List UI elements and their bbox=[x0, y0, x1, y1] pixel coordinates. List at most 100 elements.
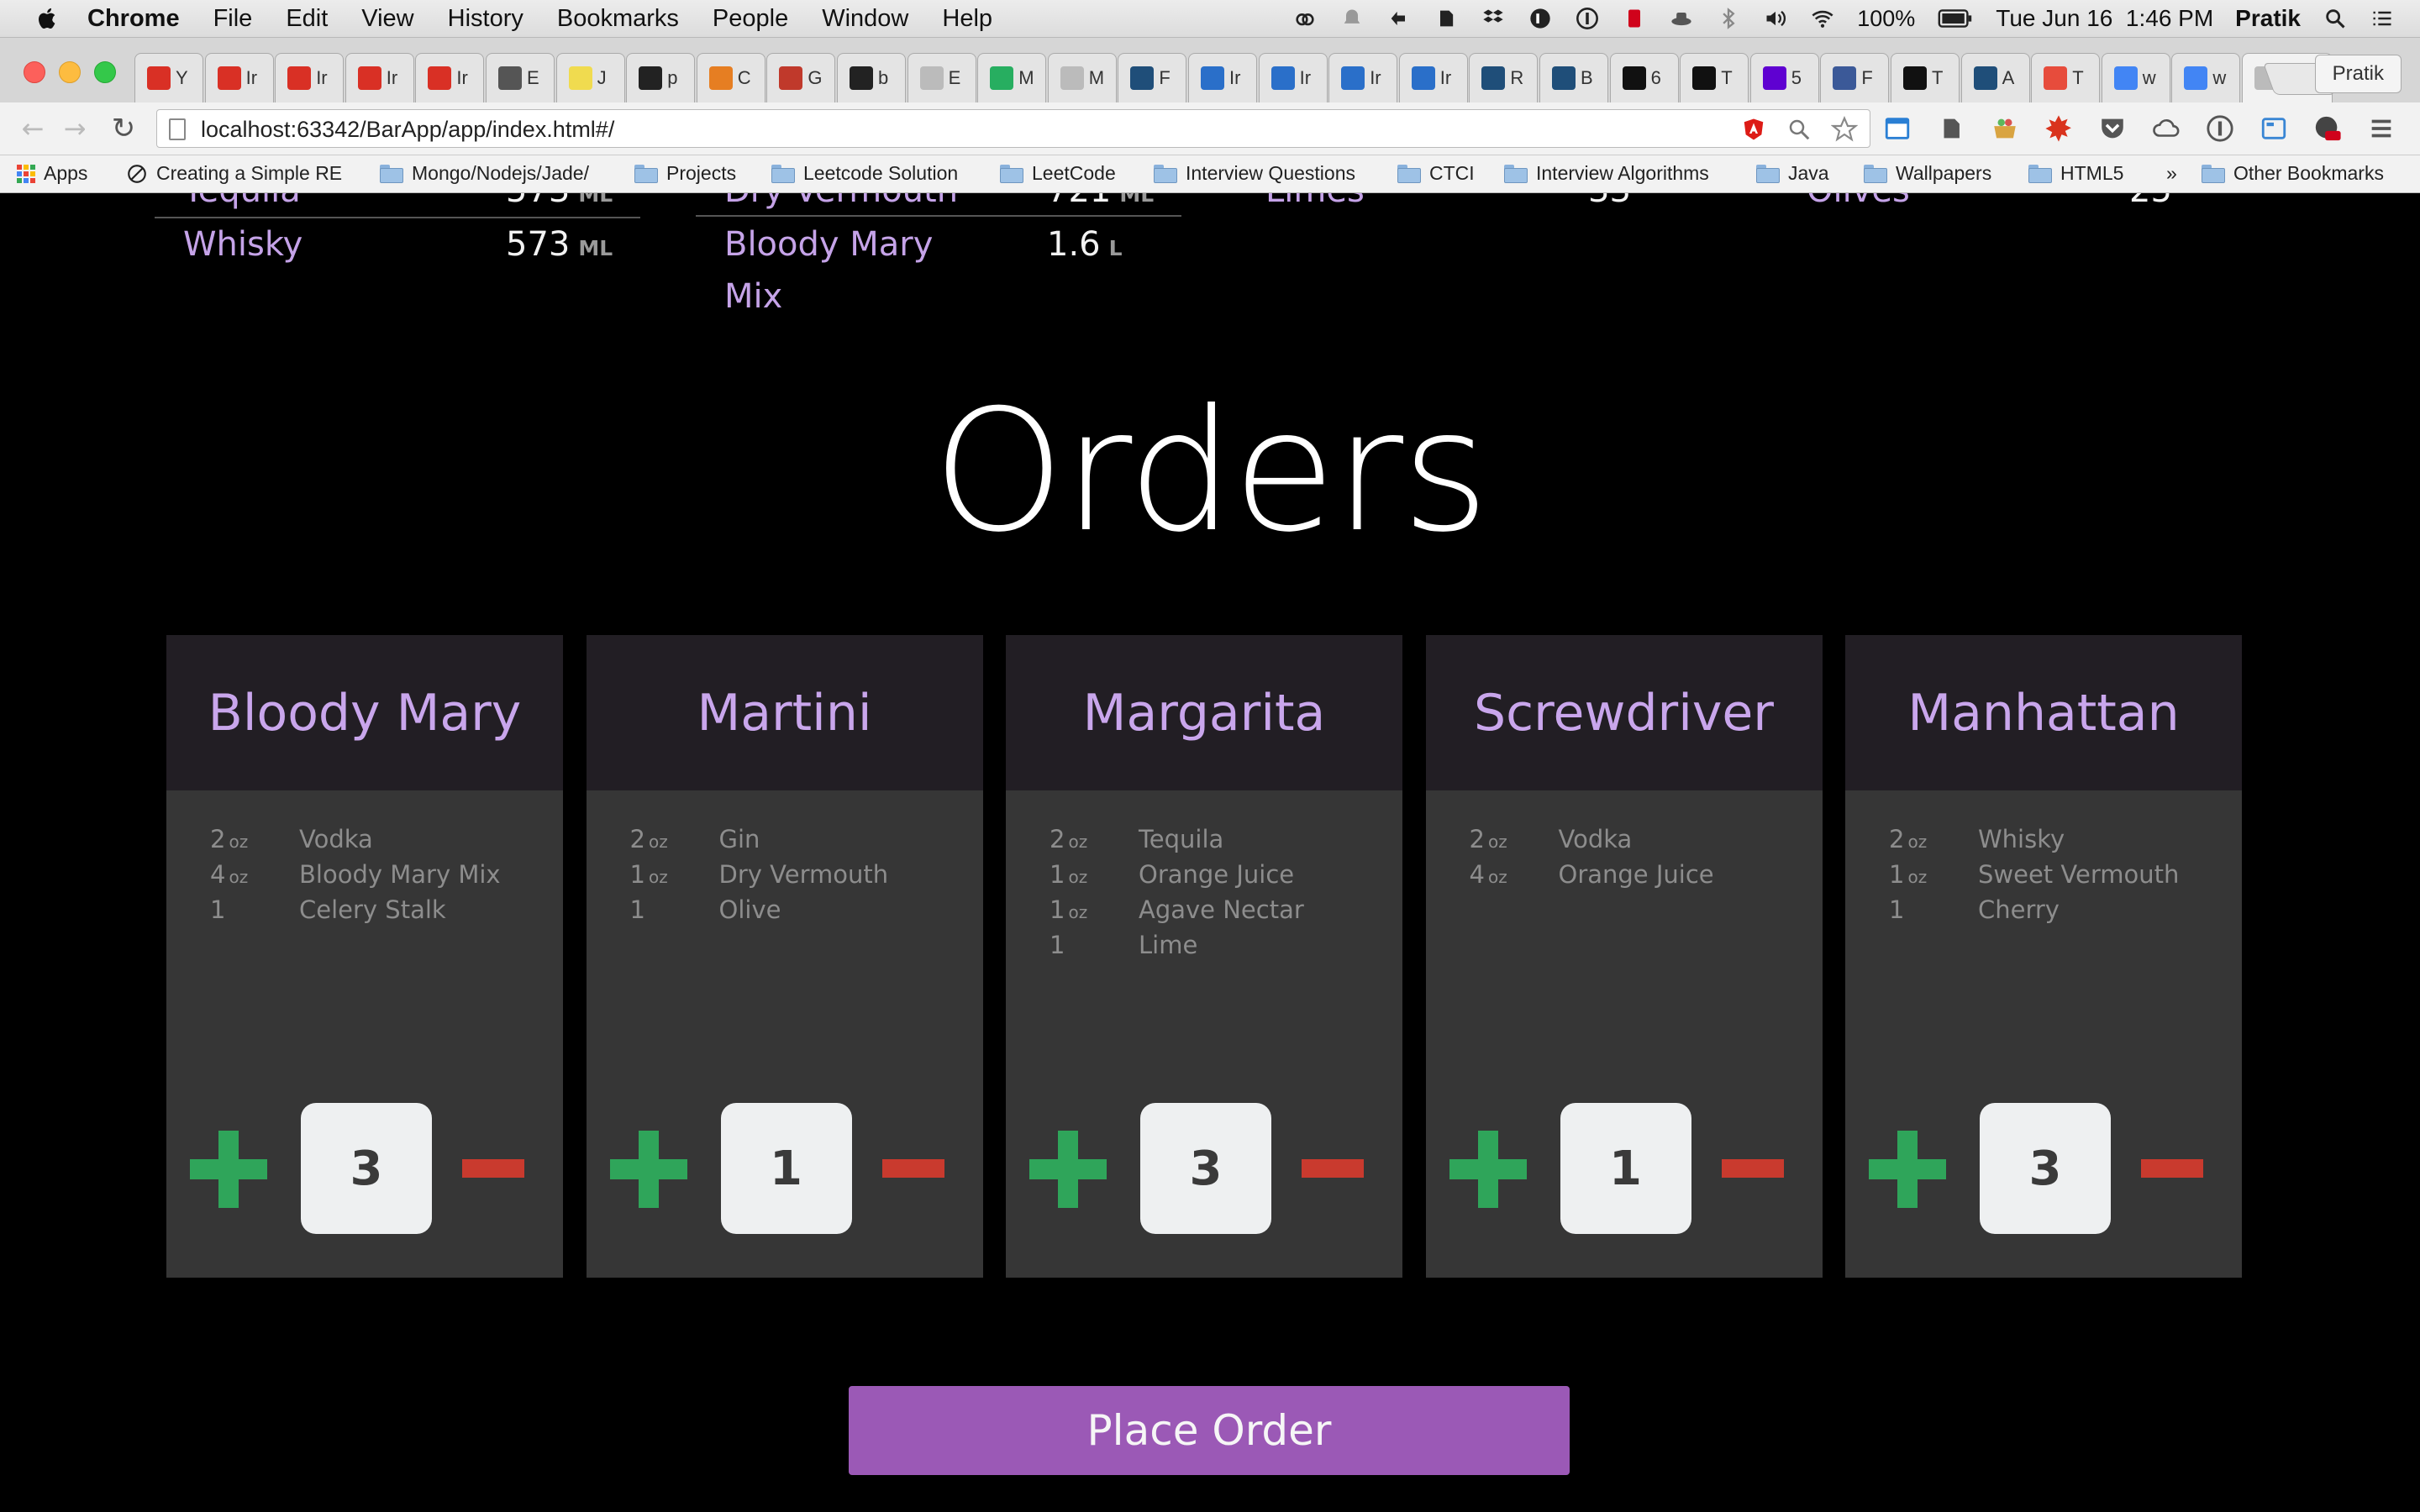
zoom-window-icon[interactable] bbox=[94, 61, 116, 83]
browser-tab[interactable]: 6 bbox=[1609, 53, 1679, 102]
reload-icon[interactable]: ↻ bbox=[109, 112, 138, 145]
increment-plus-icon[interactable] bbox=[1029, 1131, 1107, 1208]
increment-plus-icon[interactable] bbox=[1869, 1131, 1946, 1208]
menu-file[interactable]: File bbox=[213, 5, 253, 33]
user-name[interactable]: Pratik bbox=[2235, 5, 2301, 32]
menu-view[interactable]: View bbox=[361, 5, 413, 33]
clock[interactable]: Tue Jun 16 1:46 PM bbox=[1996, 5, 2213, 32]
menu-window[interactable]: Window bbox=[822, 5, 908, 33]
bookmark-folder-interview-algorithms[interactable]: Interview Algorithms bbox=[1504, 162, 1709, 185]
bookmarks-overflow-chevron[interactable]: » bbox=[2166, 162, 2177, 185]
menu-help[interactable]: Help bbox=[942, 5, 992, 33]
decrement-minus-icon[interactable] bbox=[2141, 1159, 2203, 1178]
red-burst-icon[interactable] bbox=[2044, 113, 2074, 144]
browser-tab[interactable]: Ir bbox=[415, 53, 485, 102]
sync-arrows-icon[interactable] bbox=[1386, 6, 1412, 31]
off-badge-icon[interactable] bbox=[2312, 113, 2343, 144]
creative-cloud-icon[interactable] bbox=[1292, 6, 1318, 31]
bookmark-folder-other[interactable]: Other Bookmarks bbox=[2202, 162, 2384, 185]
browser-tab[interactable]: M bbox=[977, 53, 1047, 102]
apple-logo-icon[interactable] bbox=[34, 4, 62, 33]
onepassword-icon[interactable] bbox=[1575, 6, 1600, 31]
angular-batarang-icon[interactable] bbox=[1740, 116, 1767, 143]
bookmark-folder-mongo[interactable]: Mongo/Nodejs/Jade/ bbox=[380, 162, 589, 185]
chrome-menu-icon[interactable] bbox=[2366, 113, 2396, 144]
bookmark-folder-interview-questions[interactable]: Interview Questions bbox=[1154, 162, 1355, 185]
browser-tab[interactable]: Ir bbox=[204, 53, 274, 102]
browser-tab[interactable]: T bbox=[1891, 53, 1960, 102]
forward-arrow-icon[interactable]: → bbox=[60, 113, 89, 144]
bookmark-folder-java[interactable]: Java bbox=[1756, 162, 1829, 185]
menu-people[interactable]: People bbox=[713, 5, 788, 33]
browser-tab[interactable]: T bbox=[1680, 53, 1749, 102]
hat-icon[interactable] bbox=[1669, 6, 1694, 31]
browser-tab[interactable]: M bbox=[1047, 53, 1117, 102]
minimize-window-icon[interactable] bbox=[59, 61, 81, 83]
bookmark-folder-leetcode-solution[interactable]: Leetcode Solution bbox=[771, 162, 958, 185]
back-arrow-icon[interactable]: ← bbox=[18, 113, 47, 144]
browser-tab[interactable]: b bbox=[837, 53, 906, 102]
address-url[interactable]: localhost:63342/BarApp/app/index.html#/ bbox=[201, 117, 614, 143]
browser-tab[interactable]: Ir bbox=[345, 53, 414, 102]
bookmark-apps[interactable]: Apps bbox=[17, 162, 87, 185]
browser-tab[interactable]: Ir bbox=[275, 53, 345, 102]
decrement-minus-icon[interactable] bbox=[1302, 1159, 1364, 1178]
menu-bookmarks[interactable]: Bookmarks bbox=[557, 5, 679, 33]
browser-tab[interactable]: G bbox=[766, 53, 836, 102]
bookmark-folder-wallpapers[interactable]: Wallpapers bbox=[1864, 162, 1991, 185]
info-circle-icon[interactable] bbox=[2205, 113, 2235, 144]
browser-tab[interactable]: B bbox=[1539, 53, 1608, 102]
profile-button[interactable]: Pratik bbox=[2314, 55, 2402, 93]
pocket-icon[interactable] bbox=[2097, 113, 2128, 144]
browser-tab[interactable]: F bbox=[1118, 53, 1187, 102]
evernote-icon[interactable] bbox=[1434, 6, 1459, 31]
wifi-icon[interactable] bbox=[1810, 6, 1835, 31]
browser-tab[interactable]: E bbox=[486, 53, 555, 102]
spotlight-search-icon[interactable] bbox=[2323, 6, 2348, 31]
menu-edit[interactable]: Edit bbox=[286, 5, 328, 33]
window-resizer-icon[interactable] bbox=[1882, 113, 1912, 144]
basket-icon[interactable] bbox=[1990, 113, 2020, 144]
decrement-minus-icon[interactable] bbox=[1721, 1159, 1784, 1178]
volume-icon[interactable] bbox=[1763, 6, 1788, 31]
menu-app-name[interactable]: Chrome bbox=[87, 5, 180, 33]
decrement-minus-icon[interactable] bbox=[881, 1159, 944, 1178]
browser-tab[interactable]: Ir bbox=[1188, 53, 1257, 102]
browser-tab[interactable]: F bbox=[1820, 53, 1890, 102]
browser-tab[interactable]: A bbox=[1960, 53, 2030, 102]
quantity-value[interactable]: 1 bbox=[720, 1103, 852, 1234]
browser-tab[interactable]: Ir bbox=[1398, 53, 1468, 102]
dropbox-icon[interactable] bbox=[1481, 6, 1506, 31]
bookmark-folder-html5[interactable]: HTML5 bbox=[2028, 162, 2123, 185]
browser-tab[interactable]: C bbox=[696, 53, 765, 102]
browser-tab[interactable]: Ir bbox=[1258, 53, 1328, 102]
cloud-icon[interactable] bbox=[2151, 113, 2181, 144]
battery-icon[interactable] bbox=[1937, 6, 1974, 31]
decrement-minus-icon[interactable] bbox=[462, 1159, 524, 1178]
browser-tab[interactable]: E bbox=[907, 53, 976, 102]
browser-tab[interactable]: Ir bbox=[1328, 53, 1398, 102]
browser-tab[interactable]: T bbox=[2031, 53, 2101, 102]
quantity-value[interactable]: 3 bbox=[1140, 1103, 1271, 1234]
notification-center-icon[interactable] bbox=[2370, 6, 2395, 31]
increment-plus-icon[interactable] bbox=[1449, 1131, 1527, 1208]
browser-tab[interactable]: w bbox=[2101, 53, 2170, 102]
bookmark-folder-leetcode[interactable]: LeetCode bbox=[1000, 162, 1116, 185]
bookmark-folder-ctci[interactable]: CTCI bbox=[1397, 162, 1475, 185]
bluetooth-icon[interactable] bbox=[1716, 6, 1741, 31]
increment-plus-icon[interactable] bbox=[190, 1131, 267, 1208]
notification-bell-icon[interactable] bbox=[1339, 6, 1365, 31]
menu-history[interactable]: History bbox=[448, 5, 523, 33]
quantity-value[interactable]: 3 bbox=[1980, 1103, 2111, 1234]
bookmark-creating-simple-rest[interactable]: Creating a Simple RE bbox=[126, 162, 342, 185]
browser-tab[interactable]: w bbox=[2171, 53, 2241, 102]
close-window-icon[interactable] bbox=[24, 61, 45, 83]
tab-manager-icon[interactable] bbox=[2259, 113, 2289, 144]
bookmark-folder-projects[interactable]: Projects bbox=[634, 162, 736, 185]
browser-tab[interactable]: R bbox=[1469, 53, 1539, 102]
place-order-button[interactable]: Place Order bbox=[849, 1386, 1570, 1475]
d-circle-icon[interactable] bbox=[1528, 6, 1553, 31]
quantity-value[interactable]: 1 bbox=[1560, 1103, 1691, 1234]
browser-tab[interactable]: J bbox=[555, 53, 625, 102]
increment-plus-icon[interactable] bbox=[609, 1131, 687, 1208]
